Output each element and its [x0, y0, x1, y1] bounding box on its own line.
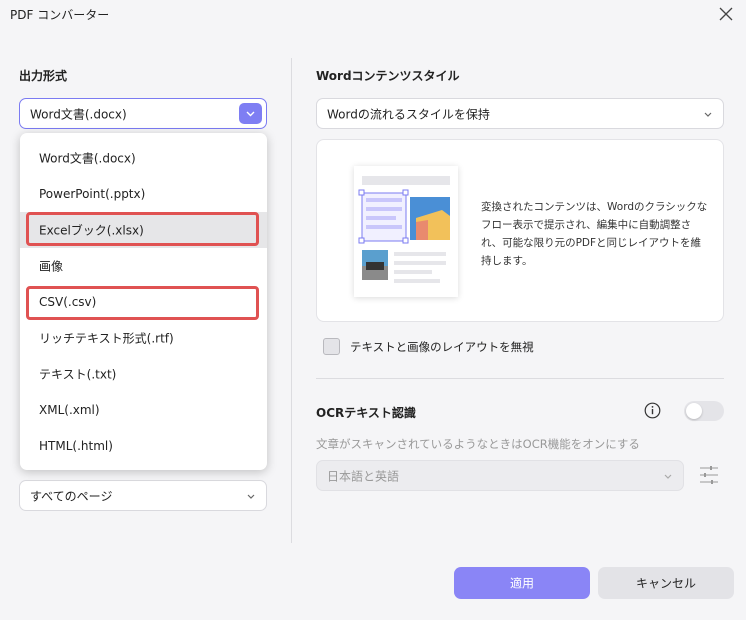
- ignore-layout-label: テキストと画像のレイアウトを無視: [350, 340, 534, 354]
- ocr-language-value: 日本語と英語: [327, 469, 400, 483]
- style-preview-panel: 変換されたコンテンツは、Wordのクラシックなフロー表示で提示され、編集中に自動…: [316, 139, 724, 322]
- word-style-select[interactable]: Wordの流れるスタイルを保持: [316, 98, 724, 129]
- title-bar: PDF コンバーター: [0, 0, 746, 30]
- chevron-down-icon: [246, 111, 255, 117]
- format-option-excel[interactable]: Excelブック(.xlsx): [20, 212, 267, 248]
- document-preview-illustration: [354, 166, 458, 297]
- format-option-image[interactable]: 画像: [20, 248, 267, 284]
- word-style-label: Wordコンテンツスタイル: [316, 69, 460, 83]
- format-option-html[interactable]: HTML(.html): [20, 428, 267, 464]
- section-divider: [316, 378, 724, 379]
- format-option-txt[interactable]: テキスト(.txt): [20, 356, 267, 392]
- word-style-value: Wordの流れるスタイルを保持: [327, 107, 490, 121]
- format-option-rtf[interactable]: リッチテキスト形式(.rtf): [20, 320, 267, 356]
- column-divider: [291, 58, 292, 543]
- page-range-select[interactable]: すべてのページ: [19, 480, 267, 511]
- close-icon[interactable]: [716, 4, 736, 24]
- ocr-language-select[interactable]: 日本語と英語: [316, 460, 684, 491]
- format-option-word[interactable]: Word文書(.docx): [20, 140, 267, 176]
- toggle-knob: [686, 403, 702, 419]
- chevron-down-icon: [664, 474, 672, 479]
- style-description: 変換されたコンテンツは、Wordのクラシックなフロー表示で提示され、編集中に自動…: [481, 201, 708, 267]
- chevron-down-icon: [247, 494, 255, 499]
- ocr-description: 文章がスキャンされているようなときはOCR機能をオンにする: [316, 437, 640, 451]
- format-option-csv[interactable]: CSV(.csv): [20, 284, 267, 320]
- sliders-icon[interactable]: [698, 463, 720, 487]
- page-range-value: すべてのページ: [30, 489, 113, 503]
- output-format-dropdown-menu: Word文書(.docx) PowerPoint(.pptx) Excelブック…: [20, 133, 267, 470]
- window-title: PDF コンバーター: [10, 8, 110, 22]
- format-option-xml[interactable]: XML(.xml): [20, 392, 267, 428]
- output-format-select[interactable]: Word文書(.docx): [19, 98, 267, 129]
- chevron-down-icon: [704, 112, 712, 117]
- ocr-toggle[interactable]: [684, 401, 724, 421]
- cancel-button[interactable]: キャンセル: [598, 567, 734, 599]
- ocr-label: OCRテキスト認識: [316, 406, 416, 420]
- apply-button[interactable]: 適用: [454, 567, 590, 599]
- output-format-value: Word文書(.docx): [30, 107, 127, 121]
- output-format-dropdown-button[interactable]: [239, 103, 262, 124]
- output-format-label: 出力形式: [19, 69, 68, 83]
- info-icon[interactable]: [644, 402, 661, 419]
- format-option-powerpoint[interactable]: PowerPoint(.pptx): [20, 176, 267, 212]
- ignore-layout-checkbox[interactable]: [323, 338, 340, 355]
